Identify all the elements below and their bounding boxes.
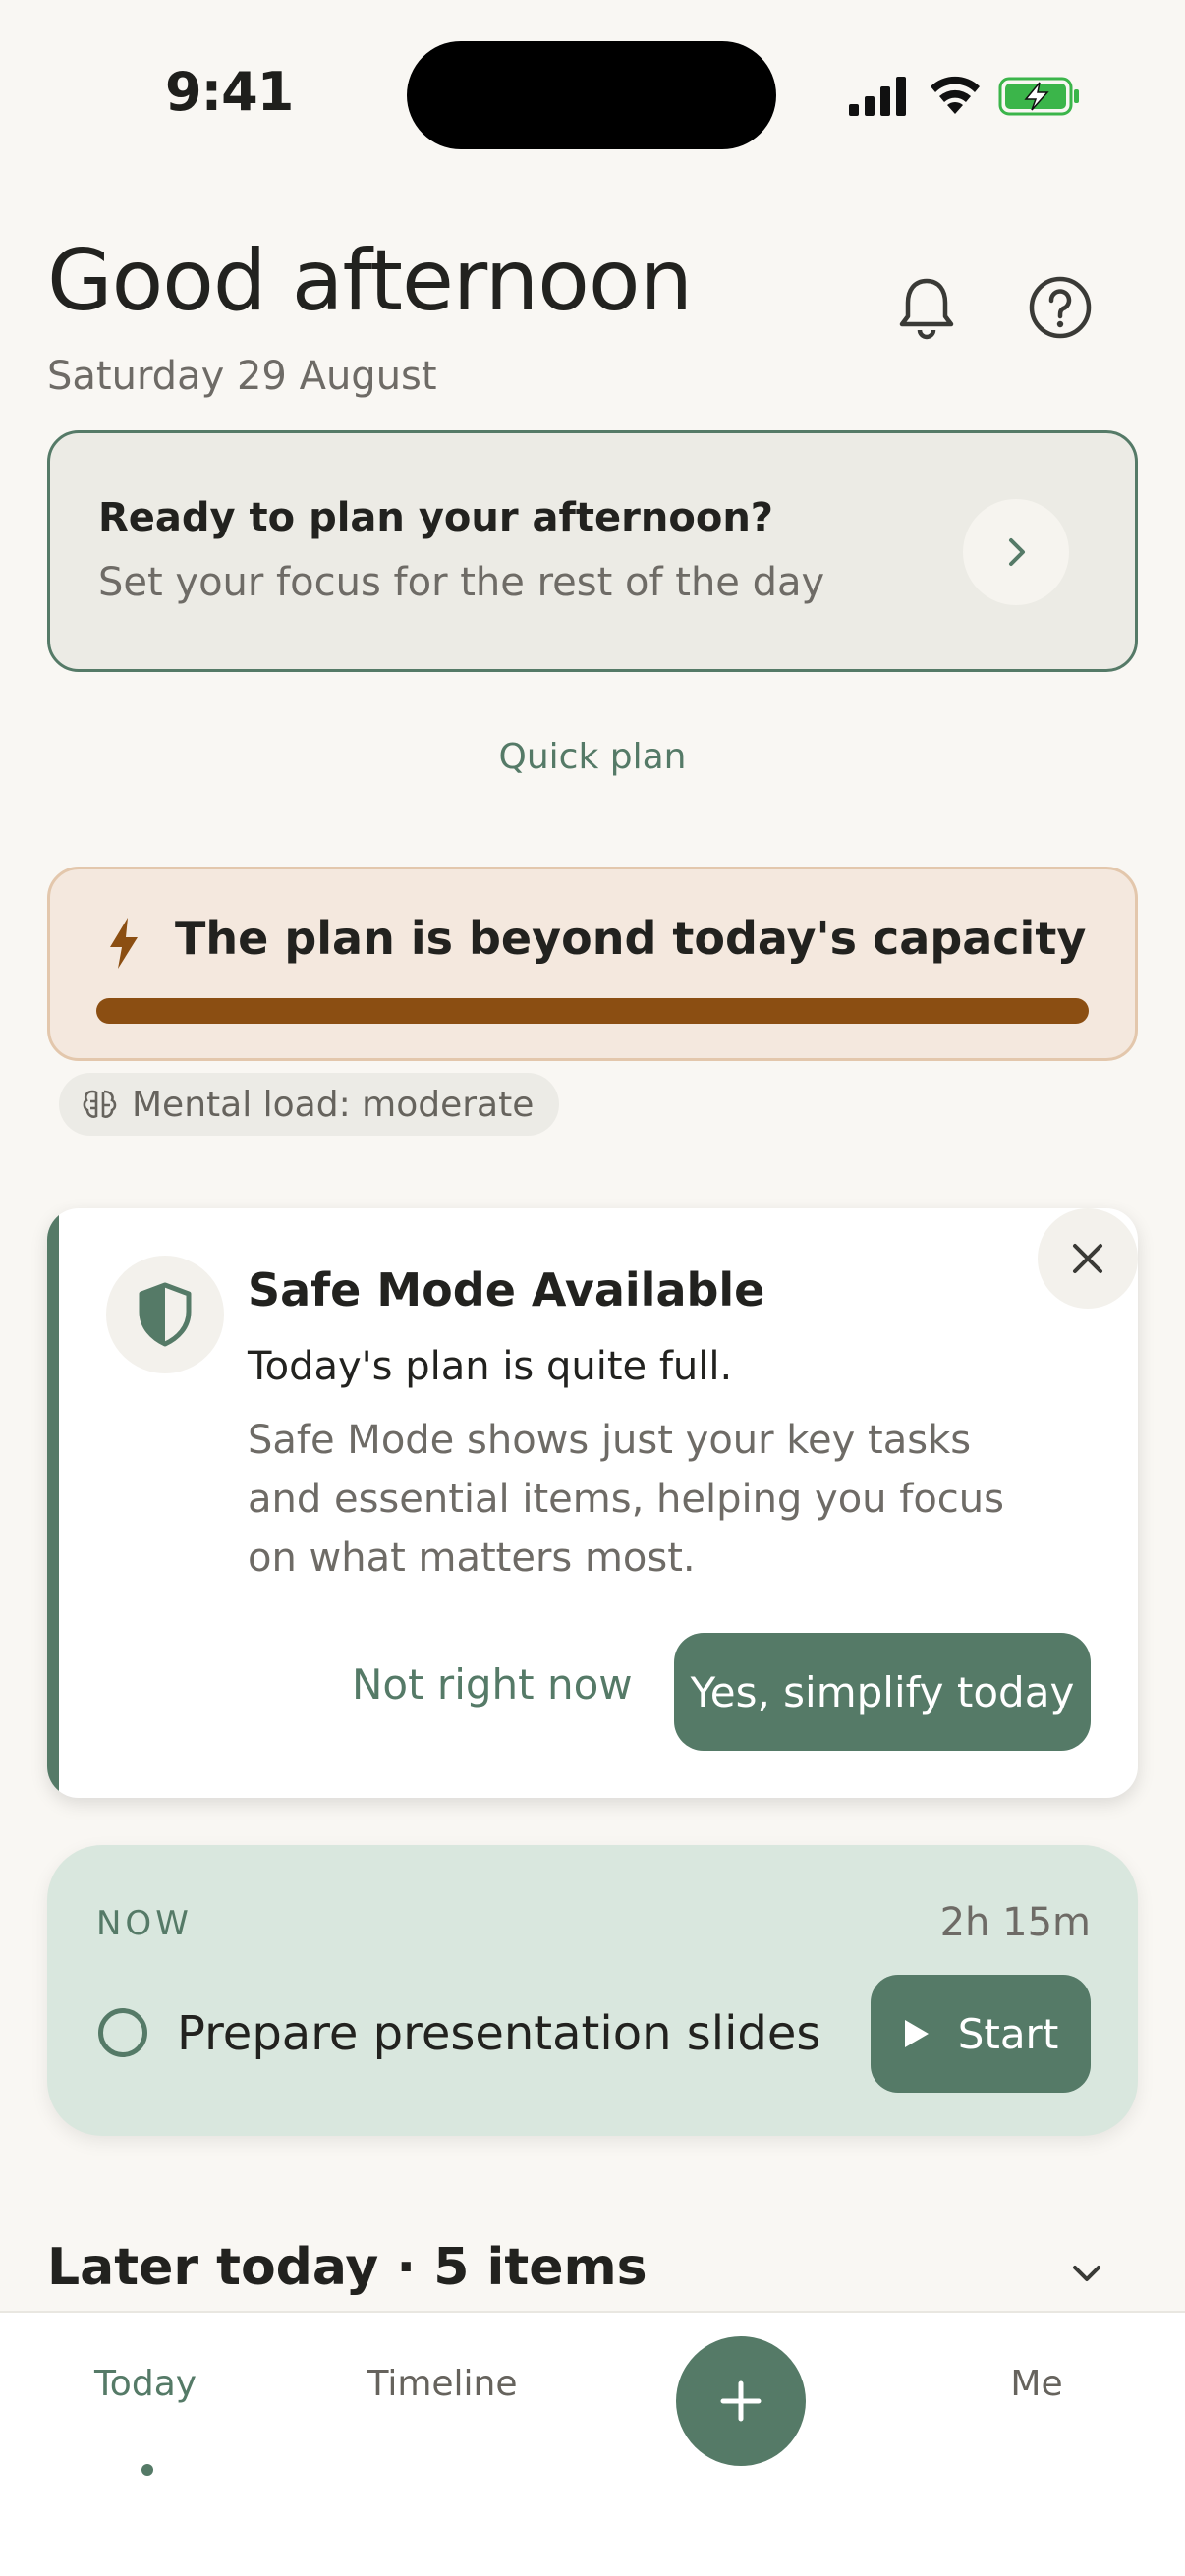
capacity-warning-text: The plan is beyond today's capacity [175,912,1087,965]
page-title: Good afternoon [47,232,693,330]
close-icon [1073,1244,1102,1273]
bottom-navigation [0,2311,1185,2576]
task-complete-checkbox[interactable] [98,2008,147,2057]
capacity-bar [96,998,1089,1024]
now-task-title[interactable]: Prepare presentation slides [177,2006,820,2061]
shield-icon [139,1282,192,1347]
start-task-button[interactable]: Start [871,1975,1091,2093]
safe-mode-accent-bar [47,1208,59,1798]
signal-icon [849,77,906,116]
safe-mode-lead: Today's plan is quite full. [248,1344,733,1389]
safe-mode-description: Safe Mode shows just your key tasks and … [248,1418,1004,1581]
plan-card-title: Ready to plan your afternoon? [98,495,773,540]
battery-charging-icon [998,77,1079,116]
simplify-today-button[interactable]: Yes, simplify today [674,1633,1091,1751]
lightning-icon [110,918,138,969]
quick-plan-link[interactable]: Quick plan [0,737,1185,777]
later-today-heading[interactable]: Later today · 5 items [47,2238,648,2297]
nav-active-indicator [141,2464,153,2476]
help-icon[interactable] [1026,273,1095,342]
start-label: Start [957,2009,1059,2058]
wifi-icon [931,76,980,114]
bell-icon[interactable] [892,273,961,342]
status-time: 9:41 [165,61,294,123]
nav-tab-today[interactable]: Today [47,2364,244,2404]
mental-load-label: Mental load: moderate [132,1084,535,1125]
plus-icon [720,2380,762,2422]
now-label: NOW [96,1904,193,1943]
chevron-right-icon [1009,538,1025,566]
safe-mode-icon-badge [106,1256,224,1373]
brain-icon [83,1090,117,1118]
date-label: Saturday 29 August [47,354,437,399]
plan-card-chevron-button[interactable] [963,499,1069,605]
nav-tab-me[interactable]: Me [938,2364,1135,2404]
dynamic-island [407,41,776,149]
nav-tab-timeline[interactable]: Timeline [344,2364,540,2404]
add-button[interactable] [676,2336,806,2466]
chevron-down-icon[interactable] [1067,2256,1106,2291]
mental-load-badge: Mental load: moderate [59,1073,560,1136]
play-icon [904,2020,929,2047]
now-duration: 2h 15m [939,1900,1091,1945]
not-right-now-button[interactable]: Not right now [352,1660,633,1708]
safe-mode-title: Safe Mode Available [248,1263,765,1316]
plan-card-subtitle: Set your focus for the rest of the day [98,560,825,605]
safe-mode-close-button[interactable] [1038,1208,1138,1309]
